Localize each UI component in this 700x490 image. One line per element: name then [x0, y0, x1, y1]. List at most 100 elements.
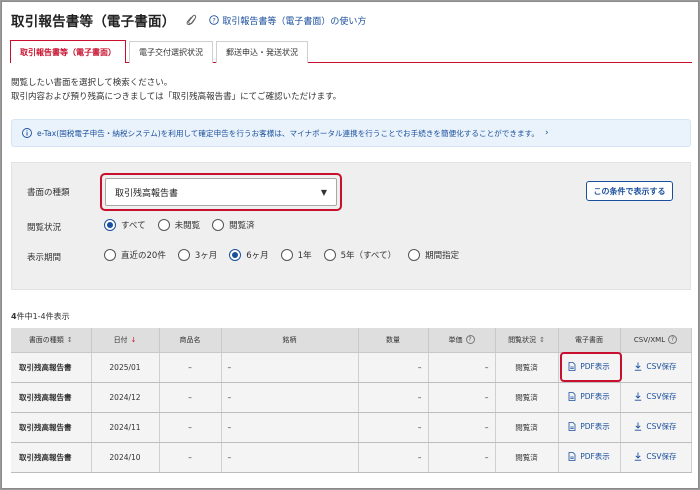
page-title: 取引報告書等（電子書面） — [11, 14, 176, 30]
document-icon — [568, 452, 576, 461]
csv-save-link[interactable]: CSV保存 — [620, 352, 692, 383]
csv-save-link[interactable]: CSV保存 — [620, 382, 692, 413]
cell-date: 2025/01 — [91, 352, 160, 383]
col-csv: CSV/XML? — [620, 328, 692, 353]
view-status-read[interactable]: 閲覧済 — [212, 219, 255, 231]
view-status-all[interactable]: すべて — [104, 219, 146, 231]
etax-info-banner[interactable]: e-Tax(国税電子申告・納税システム)を利用して確定申告を行うお客様は、マイナ… — [11, 119, 691, 147]
cell-quantity: – — [358, 382, 429, 413]
radio-button[interactable] — [177, 249, 190, 261]
csv-save-link[interactable]: CSV保存 — [620, 442, 692, 473]
help-circle-icon[interactable]: ? — [668, 335, 678, 345]
sort-icon: ↕ — [539, 335, 545, 344]
cell-status: 閲覧済 — [495, 412, 559, 443]
view-status-unread[interactable]: 未閲覧 — [157, 219, 200, 231]
radio-button[interactable] — [157, 219, 170, 231]
cell-product: – — [159, 442, 222, 473]
pdf-link-label: PDF表示 — [580, 392, 610, 401]
cell-price: – — [428, 382, 496, 413]
cell-date: 2024/11 — [91, 412, 160, 443]
period-1-year[interactable]: 1年 — [280, 249, 312, 261]
csv-link-label: CSV保存 — [646, 422, 677, 431]
col-label: 数量 — [386, 335, 400, 344]
radio-button[interactable] — [104, 249, 116, 261]
pdf-view-link[interactable]: PDF表示 — [558, 352, 621, 383]
period-6-months[interactable]: 6ヶ月 — [229, 249, 269, 261]
period-custom[interactable]: 期間指定 — [408, 249, 459, 261]
pdf-view-link[interactable]: PDF表示 — [558, 382, 621, 413]
radio-button[interactable] — [323, 249, 336, 261]
csv-link-label: CSV保存 — [646, 452, 677, 461]
table-row: 取引残高報告書 2024/11 – – – – 閲覧済 PDF表示 CSV保存 — [11, 412, 692, 443]
period-5-years[interactable]: 5年（すべて） — [323, 249, 397, 261]
help-circle-icon[interactable]: ? — [465, 335, 475, 345]
col-date[interactable]: 日付 ↓ — [91, 328, 160, 353]
doc-type-select[interactable]: 取引残高報告書 ▼ — [105, 178, 337, 206]
col-label: 日付 — [113, 335, 128, 344]
radio-button[interactable] — [212, 219, 225, 231]
download-icon — [635, 452, 642, 461]
period-recent-20[interactable]: 直近の20件 — [104, 249, 166, 261]
pdf-view-link[interactable]: PDF表示 — [558, 442, 621, 473]
radio-label: 6ヶ月 — [246, 251, 269, 261]
help-circle-icon: ? — [209, 15, 220, 25]
help-link-label: 取引報告書等（電子書面）の使い方 — [222, 16, 367, 27]
radio-button[interactable] — [408, 249, 421, 261]
cell-doc-type: 取引残高報告書 — [11, 382, 92, 413]
help-link[interactable]: ? 取引報告書等（電子書面）の使い方 — [209, 14, 366, 27]
radio-label: 3ヶ月 — [194, 251, 218, 261]
radio-button[interactable] — [229, 249, 242, 261]
view-status-label: 閲覧状況 — [27, 223, 62, 233]
table-row: 取引残高報告書 2025/01 – – – – 閲覧済 PDF表示 CSV保存 — [11, 352, 692, 383]
col-label: 商品名 — [179, 335, 201, 344]
col-label: 単価 — [448, 335, 463, 344]
view-status-radio-group: すべて 未閲覧 閲覧済 — [104, 219, 267, 231]
period-3-months[interactable]: 3ヶ月 — [177, 249, 218, 261]
sort-desc-icon: ↓ — [130, 335, 137, 344]
paperclip-icon — [187, 14, 197, 26]
radio-label: 5年（すべて） — [340, 251, 397, 261]
intro-text: 閲覧したい書面を選択して検索ください。 取引内容および預り残高につきましては「取… — [11, 76, 341, 104]
radio-button[interactable] — [104, 219, 116, 231]
document-icon — [568, 422, 576, 431]
tab-electronic-documents[interactable]: 取引報告書等（電子書面） — [10, 40, 126, 63]
col-label: CSV/XML — [633, 335, 666, 344]
col-label: 閲覧状況 — [508, 335, 537, 344]
info-icon — [22, 128, 32, 138]
csv-link-label: CSV保存 — [646, 362, 677, 371]
cell-quantity: – — [358, 352, 429, 383]
cell-date: 2024/10 — [91, 442, 160, 473]
svg-text:?: ? — [213, 16, 216, 24]
cell-issue: – — [221, 442, 359, 473]
download-icon — [635, 422, 642, 431]
cell-doc-type: 取引残高報告書 — [11, 442, 92, 473]
csv-save-link[interactable]: CSV保存 — [620, 412, 692, 443]
period-radio-group: 直近の20件 3ヶ月 6ヶ月 1年 5年（すべて） 期間指定 — [104, 249, 471, 261]
tab-bar: 取引報告書等（電子書面） 電子交付選択状況 郵送申込・発送状況 — [10, 40, 692, 63]
search-button[interactable]: この条件で表示する — [586, 181, 673, 201]
cell-doc-type: 取引残高報告書 — [11, 412, 92, 443]
caret-down-icon: ▼ — [320, 187, 327, 197]
cell-price: – — [428, 352, 496, 383]
doc-type-value: 取引残高報告書 — [115, 188, 179, 199]
col-label: 書面の種類 — [28, 335, 64, 344]
cell-quantity: – — [358, 412, 429, 443]
col-product: 商品名 — [159, 328, 222, 353]
result-count: 4件中1-4件表示 — [11, 311, 70, 322]
sort-icon: ↕ — [66, 335, 73, 344]
download-icon — [635, 392, 642, 401]
tab-mail-request-status[interactable]: 郵送申込・発送状況 — [216, 41, 308, 63]
radio-button[interactable] — [280, 249, 293, 261]
table-row: 取引残高報告書 2024/12 – – – – 閲覧済 PDF表示 CSV保存 — [11, 382, 692, 413]
table-header-row: 書面の種類 ↕ 日付 ↓ 商品名 銘柄 数量 単価? 閲覧状況 ↕ 電子書面 CSV/… — [11, 328, 692, 353]
search-panel: 書面の種類 取引残高報告書 ▼ この条件で表示する 閲覧状況 すべて 未閲覧 閲… — [11, 162, 691, 290]
tab-delivery-selection-status[interactable]: 電子交付選択状況 — [129, 41, 213, 63]
radio-label: 期間指定 — [425, 251, 460, 261]
intro-line-1: 閲覧したい書面を選択して検索ください。 — [11, 78, 173, 88]
download-icon — [635, 362, 642, 371]
cell-status: 閲覧済 — [495, 442, 559, 473]
col-status[interactable]: 閲覧状況 ↕ — [495, 328, 559, 353]
pdf-view-link[interactable]: PDF表示 — [558, 412, 621, 443]
page-frame: 取引報告書等（電子書面） ? 取引報告書等（電子書面）の使い方 取引報告書等（電… — [1, 1, 699, 489]
col-doc-type[interactable]: 書面の種類 ↕ — [11, 328, 92, 353]
